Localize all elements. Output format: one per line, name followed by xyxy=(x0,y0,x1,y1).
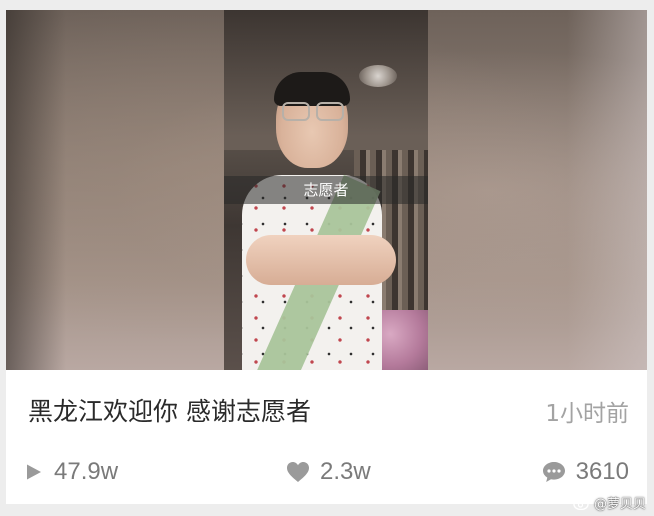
scene-person-glasses xyxy=(282,102,344,121)
comments-count: 3610 xyxy=(575,458,629,485)
post-stats: 47.9w 2.3w 3610 xyxy=(24,452,629,492)
scene-person-hair xyxy=(274,72,350,106)
weibo-logo-icon xyxy=(573,496,591,510)
scene-bed xyxy=(374,310,428,370)
scene-person-arms xyxy=(246,235,396,285)
scene-ceiling-light xyxy=(359,65,397,87)
comments-stat[interactable]: 3610 xyxy=(542,452,629,492)
video-card[interactable]: 志愿者 黑龙江欢迎你 感谢志愿者 1小时前 47.9w 2.3w 3610 xyxy=(6,10,647,504)
blur-shade-left xyxy=(6,10,66,370)
watermark: @萝贝贝 xyxy=(573,493,646,512)
video-caption: 志愿者 xyxy=(303,181,349,199)
watermark-text: @萝贝贝 xyxy=(593,497,646,512)
post-title[interactable]: 黑龙江欢迎你 感谢志愿者 xyxy=(28,392,311,428)
comment-bubble-icon[interactable] xyxy=(542,461,566,483)
blur-shade-right xyxy=(567,10,647,370)
likes-stat[interactable]: 2.3w xyxy=(286,452,371,492)
post-time: 1小时前 xyxy=(545,401,629,427)
heart-icon[interactable] xyxy=(286,461,310,483)
post-title-row: 黑龙江欢迎你 感谢志愿者 1小时前 xyxy=(28,388,629,432)
likes-count: 2.3w xyxy=(320,458,371,485)
video-player[interactable]: 志愿者 xyxy=(6,10,647,370)
views-stat: 47.9w xyxy=(24,452,118,492)
video-caption-bar: 志愿者 xyxy=(224,176,428,204)
play-icon xyxy=(27,464,41,480)
views-count: 47.9w xyxy=(54,458,119,485)
